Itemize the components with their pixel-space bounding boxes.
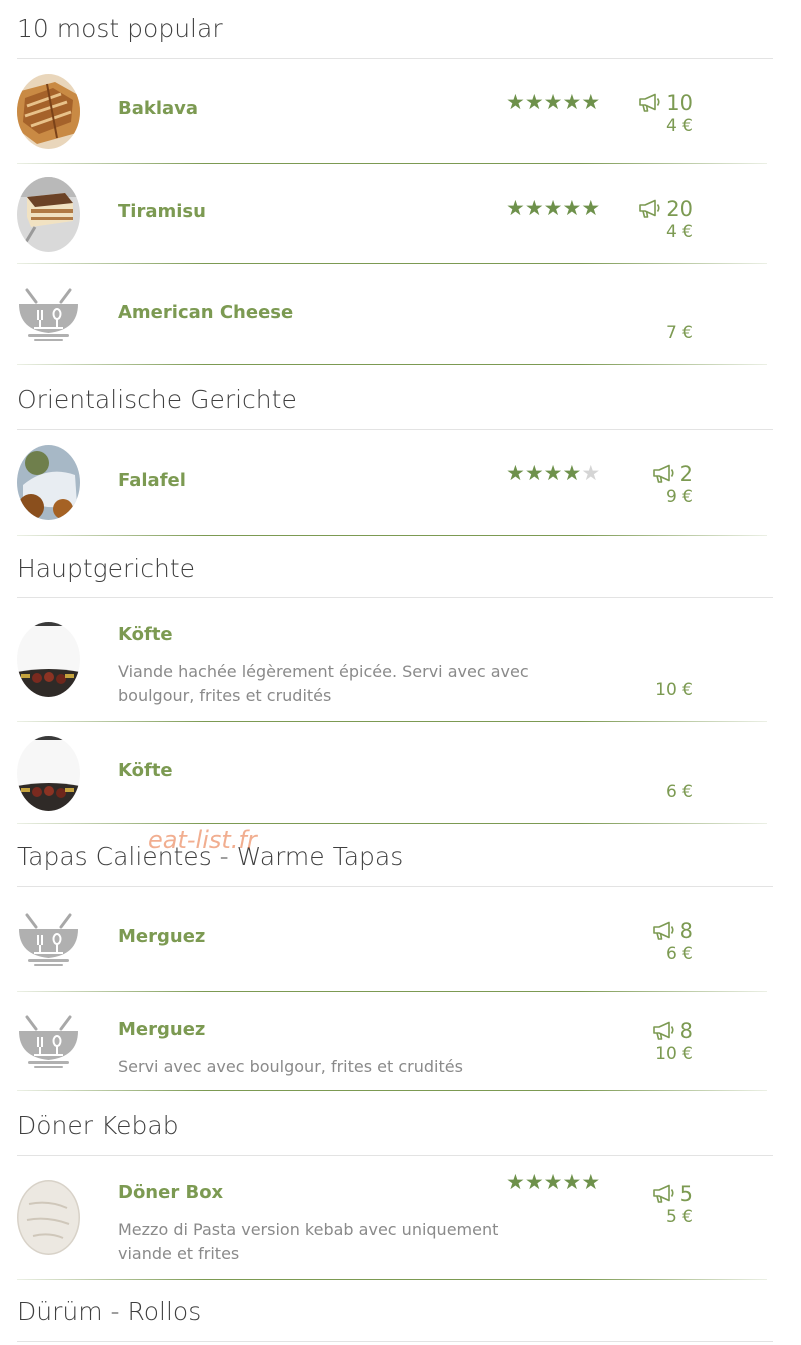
item-name[interactable]: Merguez bbox=[118, 926, 205, 948]
item-description: Viande hachée légèrement épicée. Servi a… bbox=[118, 662, 529, 705]
megaphone-icon bbox=[652, 1184, 674, 1203]
star-filled-icon: ★ bbox=[524, 461, 544, 485]
menu-item[interactable]: Falafel ★★★★★ 29 € bbox=[0, 429, 801, 536]
section-title: Dürüm - Rollos bbox=[17, 1297, 202, 1326]
star-filled-icon: ★ bbox=[506, 1170, 525, 1194]
star-filled-icon: ★ bbox=[543, 90, 563, 114]
votes-value: 20 bbox=[666, 197, 693, 221]
item-divider bbox=[17, 1090, 767, 1091]
star-filled-icon: ★ bbox=[524, 1170, 544, 1194]
votes-value: 5 bbox=[679, 1182, 693, 1206]
rating-stars: ★★★★★ bbox=[506, 1171, 602, 1193]
star-filled-icon: ★ bbox=[581, 1170, 601, 1194]
item-name[interactable]: Köfte bbox=[118, 624, 173, 646]
item-name[interactable]: American Cheese bbox=[118, 302, 293, 324]
section-divider bbox=[17, 1341, 773, 1342]
item-price: 4 € bbox=[665, 116, 693, 136]
star-filled-icon: ★ bbox=[581, 90, 601, 114]
megaphone-icon bbox=[652, 921, 674, 940]
star-filled-icon: ★ bbox=[543, 1170, 563, 1194]
star-filled-icon: ★ bbox=[543, 196, 563, 220]
section-title: Tapas Calientes - Warme Tapas bbox=[17, 842, 404, 871]
votes-count[interactable]: 2 bbox=[652, 461, 693, 487]
item-price: 9 € bbox=[665, 487, 693, 507]
menu-item[interactable]: Tiramisu ★★★★★ 20 4 € bbox=[0, 164, 801, 264]
star-filled-icon: ★ bbox=[562, 196, 582, 220]
menu-item[interactable]: Köfte 6 € bbox=[0, 722, 801, 824]
dish-photo bbox=[17, 1180, 80, 1255]
item-name[interactable]: Tiramisu bbox=[118, 201, 206, 223]
dish-photo bbox=[17, 622, 80, 697]
item-divider bbox=[17, 1279, 767, 1280]
megaphone-icon bbox=[639, 93, 660, 112]
item-name[interactable]: Köfte bbox=[118, 760, 173, 782]
menu-item[interactable]: Merguez Servi avec avec boulgour, frites … bbox=[0, 992, 801, 1091]
item-divider bbox=[17, 364, 767, 365]
star-filled-icon: ★ bbox=[581, 196, 601, 220]
item-price: 7 € bbox=[665, 323, 693, 343]
menu-item[interactable]: American Cheese 7 € bbox=[0, 264, 801, 365]
item-name[interactable]: Merguez bbox=[118, 1019, 205, 1041]
star-filled-icon: ★ bbox=[562, 90, 582, 114]
item-price: 4 € bbox=[665, 222, 693, 242]
votes-value: 2 bbox=[679, 462, 693, 486]
star-filled-icon: ★ bbox=[506, 90, 525, 114]
item-price: 6 € bbox=[665, 782, 693, 802]
placeholder-bowl-icon bbox=[17, 902, 80, 977]
megaphone-icon bbox=[652, 464, 674, 483]
item-divider bbox=[17, 823, 767, 824]
dish-photo bbox=[17, 74, 80, 149]
star-filled-icon: ★ bbox=[524, 196, 544, 220]
votes-count[interactable]: 8 bbox=[652, 918, 693, 944]
votes-value: 10 bbox=[666, 91, 693, 115]
item-price: 10 € bbox=[655, 680, 693, 700]
menu-item[interactable]: Döner Box Mezzo di Pasta version kebab av… bbox=[0, 1155, 801, 1280]
menu-item[interactable]: Merguez 86 € bbox=[0, 886, 801, 992]
star-filled-icon: ★ bbox=[524, 90, 544, 114]
star-filled-icon: ★ bbox=[506, 196, 525, 220]
menu-item[interactable]: Baklava ★★★★★ 10 4 € bbox=[0, 58, 801, 164]
menu-item[interactable]: Köfte Viande hachée légèrement épicée. Se… bbox=[0, 597, 801, 722]
item-name[interactable]: Döner Box bbox=[118, 1182, 223, 1204]
votes-count[interactable]: 8 bbox=[652, 1018, 693, 1044]
star-empty-icon: ★ bbox=[581, 461, 601, 485]
star-filled-icon: ★ bbox=[506, 461, 525, 485]
placeholder-bowl-icon bbox=[17, 277, 80, 352]
dish-photo bbox=[17, 177, 80, 252]
rating-stars: ★★★★★ bbox=[506, 91, 602, 113]
item-name[interactable]: Falafel bbox=[118, 470, 186, 492]
votes-count[interactable]: 5 bbox=[652, 1181, 693, 1207]
section-title: Orientalische Gerichte bbox=[17, 385, 297, 414]
item-description: Servi avec avec boulgour, frites et crud… bbox=[118, 1057, 463, 1076]
item-divider bbox=[17, 535, 767, 536]
star-filled-icon: ★ bbox=[562, 1170, 582, 1194]
votes-count[interactable]: 10 bbox=[638, 90, 693, 116]
item-price: 5 € bbox=[665, 1207, 693, 1227]
votes-value: 8 bbox=[679, 919, 693, 943]
dish-photo bbox=[17, 445, 80, 520]
placeholder-bowl-icon bbox=[17, 1004, 80, 1079]
dish-photo bbox=[17, 736, 80, 811]
rating-stars: ★★★★★ bbox=[506, 197, 602, 219]
section-title: Hauptgerichte bbox=[17, 554, 196, 583]
megaphone-icon bbox=[652, 1021, 674, 1040]
item-description: Mezzo di Pasta version kebab avec unique… bbox=[118, 1220, 499, 1263]
item-name[interactable]: Baklava bbox=[118, 98, 198, 120]
votes-count[interactable]: 20 bbox=[638, 196, 693, 222]
star-filled-icon: ★ bbox=[543, 461, 563, 485]
star-filled-icon: ★ bbox=[562, 461, 582, 485]
votes-value: 8 bbox=[679, 1019, 693, 1043]
item-price: 6 € bbox=[665, 944, 693, 964]
rating-stars: ★★★★★ bbox=[506, 462, 602, 484]
item-price: 10 € bbox=[655, 1044, 693, 1064]
megaphone-icon bbox=[639, 199, 660, 218]
menu-list: 10 most popular Baklava ★★★★★ 10 4 € Tiram… bbox=[0, 0, 801, 1345]
section-title: 10 most popular bbox=[17, 14, 223, 43]
section-title: Döner Kebab bbox=[17, 1111, 179, 1140]
